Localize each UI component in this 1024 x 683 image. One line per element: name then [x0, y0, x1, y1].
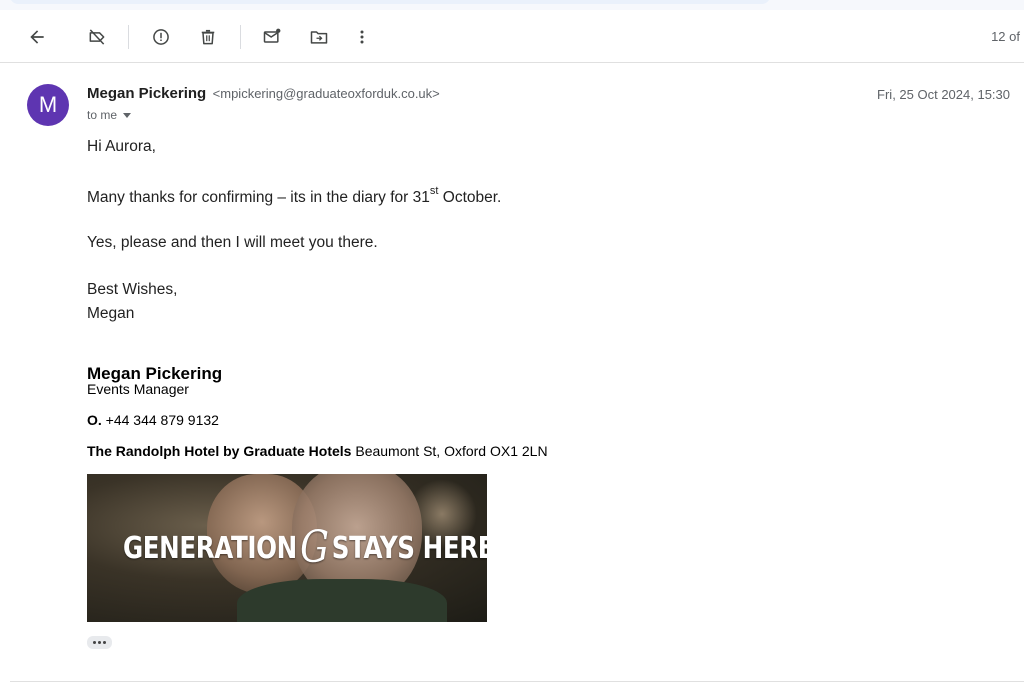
- banner-text-left: GENERATION: [123, 531, 297, 566]
- sender-email: <mpickering@graduateoxforduk.co.uk>: [212, 86, 440, 101]
- toolbar-divider: [128, 25, 129, 49]
- email-greeting: Hi Aurora,: [87, 138, 156, 155]
- banner-slogan: GENERATIONG STAYS HERE: [123, 522, 487, 573]
- signature-banner-image[interactable]: GENERATIONG STAYS HERE: [87, 474, 487, 622]
- toolbar-divider: [240, 25, 241, 49]
- phone-number: +44 344 879 9132: [101, 412, 219, 428]
- signature-title: Events Manager: [87, 381, 189, 397]
- hotel-name: The Randolph Hotel by Graduate Hotels: [87, 443, 352, 459]
- more-vert-icon: [360, 30, 364, 44]
- delete-icon: [201, 29, 215, 45]
- back-arrow-icon: [30, 30, 44, 44]
- phone-label: O.: [87, 412, 102, 428]
- paragraph-text: October.: [438, 189, 502, 207]
- remove-label-button[interactable]: [79, 19, 115, 55]
- show-trimmed-content-button[interactable]: [87, 636, 112, 649]
- signature-hotel: The Randolph Hotel by Graduate Hotels Be…: [87, 443, 548, 459]
- banner-text-right: STAYS HERE: [331, 531, 487, 566]
- message-counter: 12 of: [991, 29, 1020, 44]
- ordinal-suffix: st: [429, 185, 439, 197]
- sender-avatar[interactable]: M: [27, 84, 69, 126]
- top-strip: [0, 0, 1024, 10]
- signature-phone: O. +44 344 879 9132: [87, 412, 219, 428]
- chevron-down-icon: [123, 113, 132, 118]
- search-bar-edge: [10, 0, 770, 4]
- paragraph-text: Many thanks for confirming – its in the …: [87, 189, 430, 207]
- report-spam-button[interactable]: [143, 19, 179, 55]
- delete-button[interactable]: [190, 19, 226, 55]
- mark-unread-button[interactable]: [254, 19, 290, 55]
- more-horiz-icon: [98, 641, 101, 644]
- banner-shirt: [237, 579, 447, 622]
- email-signoff: Best Wishes,: [87, 281, 178, 298]
- message-timestamp: Fri, 25 Oct 2024, 15:30: [877, 87, 1010, 102]
- message-toolbar: 12 of: [0, 10, 1024, 63]
- hotel-address: Beaumont St, Oxford OX1 2LN: [351, 443, 548, 459]
- move-to-icon: [310, 31, 328, 44]
- recipient-details-toggle[interactable]: to me: [87, 108, 132, 122]
- more-options-button[interactable]: [344, 19, 380, 55]
- sender-line: Megan Pickering <mpickering@graduateoxfo…: [87, 85, 440, 103]
- divider: [10, 681, 1024, 682]
- email-paragraph: Yes, please and then I will meet you the…: [87, 234, 378, 251]
- label-off-icon: [89, 29, 105, 45]
- more-horiz-icon: [103, 641, 106, 644]
- recipient-label: to me: [87, 108, 118, 122]
- graduate-logo: G: [300, 522, 329, 573]
- back-button[interactable]: [19, 19, 55, 55]
- move-to-button[interactable]: [301, 19, 337, 55]
- report-spam-icon: [153, 29, 169, 45]
- email-signoff-name: Megan: [87, 305, 135, 322]
- email-paragraph: Many thanks for confirming – its in the …: [87, 185, 502, 207]
- more-horiz-icon: [93, 641, 96, 644]
- sender-name[interactable]: Megan Pickering: [87, 85, 206, 102]
- mark-unread-icon: [263, 28, 281, 43]
